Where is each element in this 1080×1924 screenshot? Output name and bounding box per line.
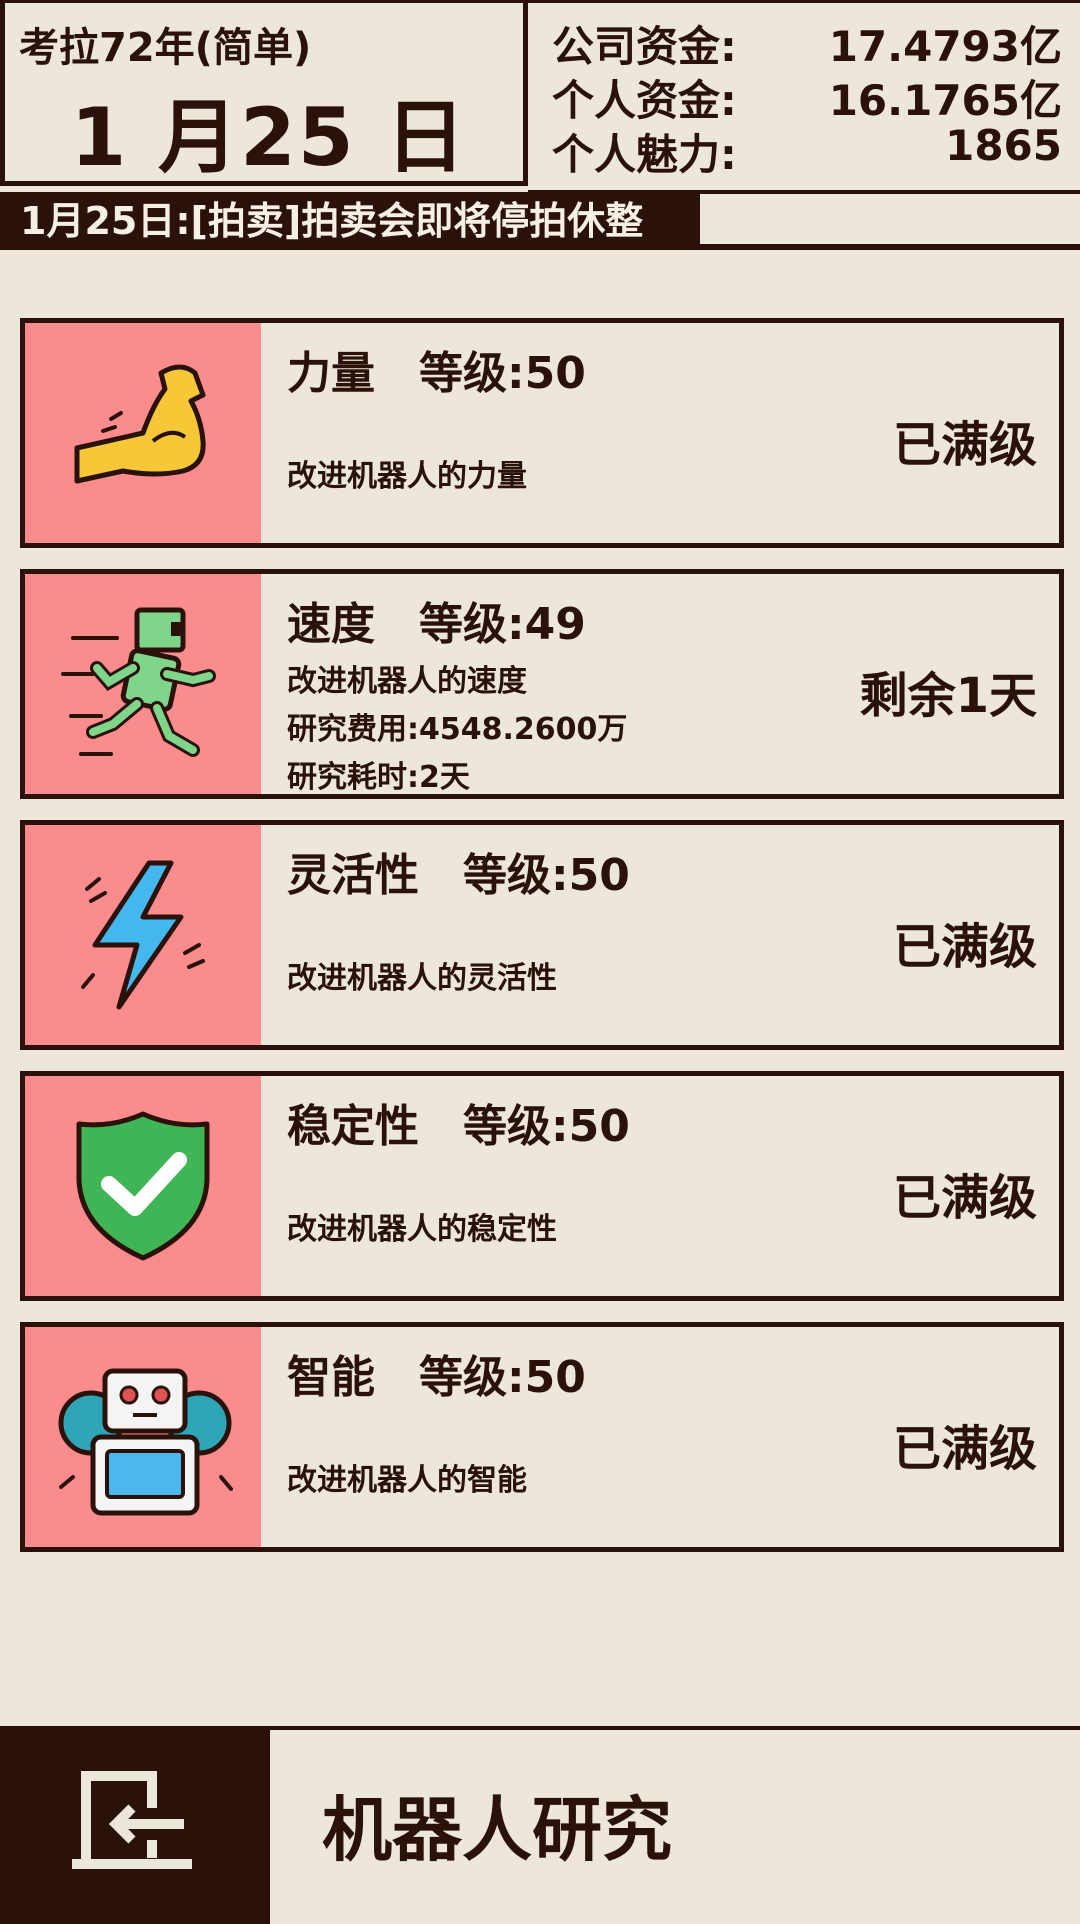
company-funds-label: 公司资金: bbox=[552, 22, 737, 71]
company-funds-row: 公司资金: 17.4793亿 bbox=[552, 13, 1062, 71]
card-title: 灵活性 等级:50 bbox=[287, 850, 630, 901]
card-title: 力量 等级:50 bbox=[287, 348, 586, 399]
shield-check-icon bbox=[76, 1111, 210, 1261]
card-status: 已满级 bbox=[892, 919, 1037, 975]
card-description: 改进机器人的速度 bbox=[287, 664, 527, 699]
funds-panel: 公司资金: 17.4793亿 个人资金: 16.1765亿 个人魅力: 1865 bbox=[528, 0, 1080, 194]
card-icon-pane bbox=[25, 323, 261, 543]
date-panel: 考拉72年(简单) 1 月25 日 bbox=[0, 0, 528, 186]
current-date: 1 月25 日 bbox=[70, 91, 468, 184]
charisma-value: 1865 bbox=[945, 121, 1062, 170]
news-ticker-rule bbox=[700, 244, 1080, 250]
personal-funds-row: 个人资金: 16.1765亿 bbox=[552, 67, 1062, 125]
card-icon-pane bbox=[25, 1327, 261, 1547]
card-icon-pane bbox=[25, 1076, 261, 1296]
card-status: 已满级 bbox=[892, 417, 1037, 473]
company-funds-value: 17.4793亿 bbox=[828, 22, 1062, 71]
card-title: 智能 等级:50 bbox=[287, 1352, 586, 1403]
card-description: 改进机器人的力量 bbox=[287, 459, 527, 494]
card-description: 改进机器人的稳定性 bbox=[287, 1212, 557, 1247]
research-card-agility[interactable]: 灵活性 等级:50 改进机器人的灵活性 已满级 bbox=[20, 820, 1064, 1050]
running-robot-icon bbox=[61, 607, 216, 757]
page-title: 机器人研究 bbox=[322, 1789, 672, 1871]
card-status: 剩余1天 bbox=[859, 668, 1037, 724]
era-label: 考拉72年(简单) bbox=[19, 25, 312, 71]
charisma-row: 个人魅力: 1865 bbox=[552, 121, 1062, 179]
card-description: 改进机器人的智能 bbox=[287, 1463, 527, 1498]
charisma-label: 个人魅力: bbox=[552, 130, 737, 179]
news-ticker: 1月25日:[拍卖]拍卖会即将停拍休整 bbox=[0, 192, 700, 250]
lightning-icon bbox=[81, 860, 205, 1010]
card-title: 速度 等级:49 bbox=[287, 599, 586, 650]
research-card-strength[interactable]: 力量 等级:50 改进机器人的力量 已满级 bbox=[20, 318, 1064, 548]
card-title: 稳定性 等级:50 bbox=[287, 1101, 630, 1152]
research-card-speed[interactable]: 速度 等级:49 改进机器人的速度 研究费用:4548.2600万 研究耗时:2… bbox=[20, 569, 1064, 799]
research-card-stability[interactable]: 稳定性 等级:50 改进机器人的稳定性 已满级 bbox=[20, 1071, 1064, 1301]
exit-door-icon bbox=[72, 1771, 192, 1869]
card-status: 已满级 bbox=[892, 1421, 1037, 1477]
robot-gear-icon bbox=[58, 1368, 233, 1516]
footer-bar: 机器人研究 bbox=[0, 1726, 1080, 1924]
top-status-bar: 考拉72年(简单) 1 月25 日 公司资金: 17.4793亿 个人资金: 1… bbox=[0, 0, 1080, 194]
card-status: 已满级 bbox=[892, 1170, 1037, 1226]
flexed-bicep-icon bbox=[74, 364, 206, 484]
card-icon-pane bbox=[25, 825, 261, 1045]
personal-funds-label: 个人资金: bbox=[552, 76, 737, 125]
back-button[interactable] bbox=[0, 1730, 270, 1924]
research-cost: 研究费用:4548.2600万 bbox=[287, 712, 628, 747]
card-icon-pane bbox=[25, 574, 261, 794]
card-description: 改进机器人的灵活性 bbox=[287, 961, 557, 996]
research-card-intelligence[interactable]: 智能 等级:50 改进机器人的智能 已满级 bbox=[20, 1322, 1064, 1552]
personal-funds-value: 16.1765亿 bbox=[828, 76, 1062, 125]
research-time: 研究耗时:2天 bbox=[287, 760, 470, 795]
